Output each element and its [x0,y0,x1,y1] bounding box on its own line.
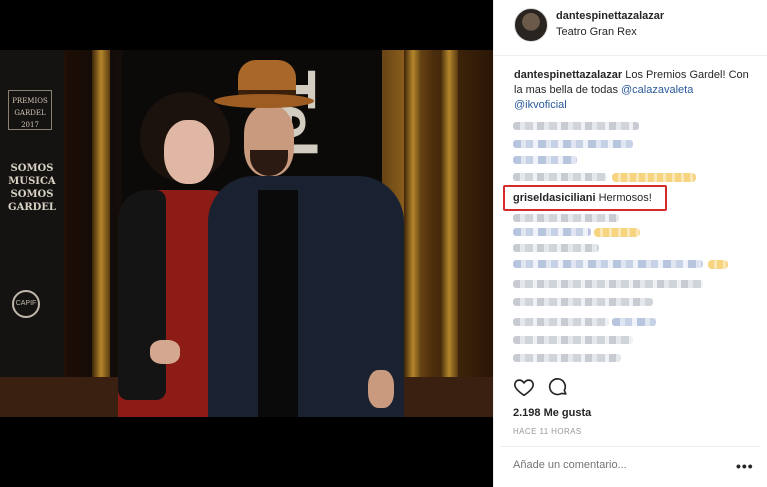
heart-icon[interactable] [513,376,535,398]
blurred-comment [513,244,599,252]
blurred-emoji [612,173,696,182]
blurred-comment [513,214,619,222]
comment-icon[interactable] [547,376,569,398]
blurred-emoji [708,260,728,269]
blurred-comment [513,336,633,344]
header-username[interactable]: dantespinettazalazar [556,10,664,22]
capif-badge: CAPIF [12,290,40,318]
comment-text: Hermosos! [595,192,652,204]
hand [150,340,180,364]
blurred-comment [513,140,633,148]
gold-pillar [404,50,422,417]
location-link[interactable]: Teatro Gran Rex [556,26,637,38]
mention-link[interactable]: @ikvoficial [514,99,567,111]
premios-banner: PREMIOS GARDEL 2017 SOMOS MUSICA SOMOS G… [0,50,64,417]
man-hat-brim [214,94,314,108]
divider [500,446,760,447]
avatar[interactable] [514,8,548,42]
blurred-comment [513,260,703,268]
blurred-comment [612,318,656,326]
woman-jacket [118,190,166,400]
hand [368,370,394,408]
blurred-comment [513,173,607,181]
photo-panel: Tel PREMIOS GARDEL 2017 SOMOS MUSICA SOM… [0,0,493,487]
blurred-comment [513,156,577,164]
highlighted-comment: griseldasiciliani Hermosos! [513,192,652,204]
blurred-comment [513,354,621,362]
woman-face [164,120,214,184]
blurred-comment [513,318,609,326]
gold-pillar [92,50,110,417]
man-shirt [258,190,298,417]
timestamp: HACE 11 HORAS [513,427,582,436]
gold-pillar [440,50,458,417]
blurred-comment [513,298,653,306]
premios-logo: PREMIOS GARDEL 2017 [8,90,52,130]
likes-count[interactable]: 2.198 Me gusta [513,407,591,419]
blurred-comment [513,122,639,130]
blurred-comment [513,280,703,288]
post-caption: dantespinettazalazar Los Premios Gardel!… [514,68,754,113]
banner-slogan: SOMOS MUSICA SOMOS GARDEL [8,163,56,213]
post-photo[interactable]: Tel PREMIOS GARDEL 2017 SOMOS MUSICA SOM… [0,50,493,417]
mention-link[interactable]: @calazavaleta [621,84,693,96]
caption-username[interactable]: dantespinettazalazar [514,69,622,81]
blurred-emoji [594,228,640,237]
more-options-button[interactable]: ••• [736,458,754,474]
comment-input[interactable] [513,459,723,471]
comment-username[interactable]: griseldasiciliani [513,192,596,204]
blurred-comment [513,228,591,236]
post-header: dantespinettazalazar Teatro Gran Rex [494,0,767,56]
